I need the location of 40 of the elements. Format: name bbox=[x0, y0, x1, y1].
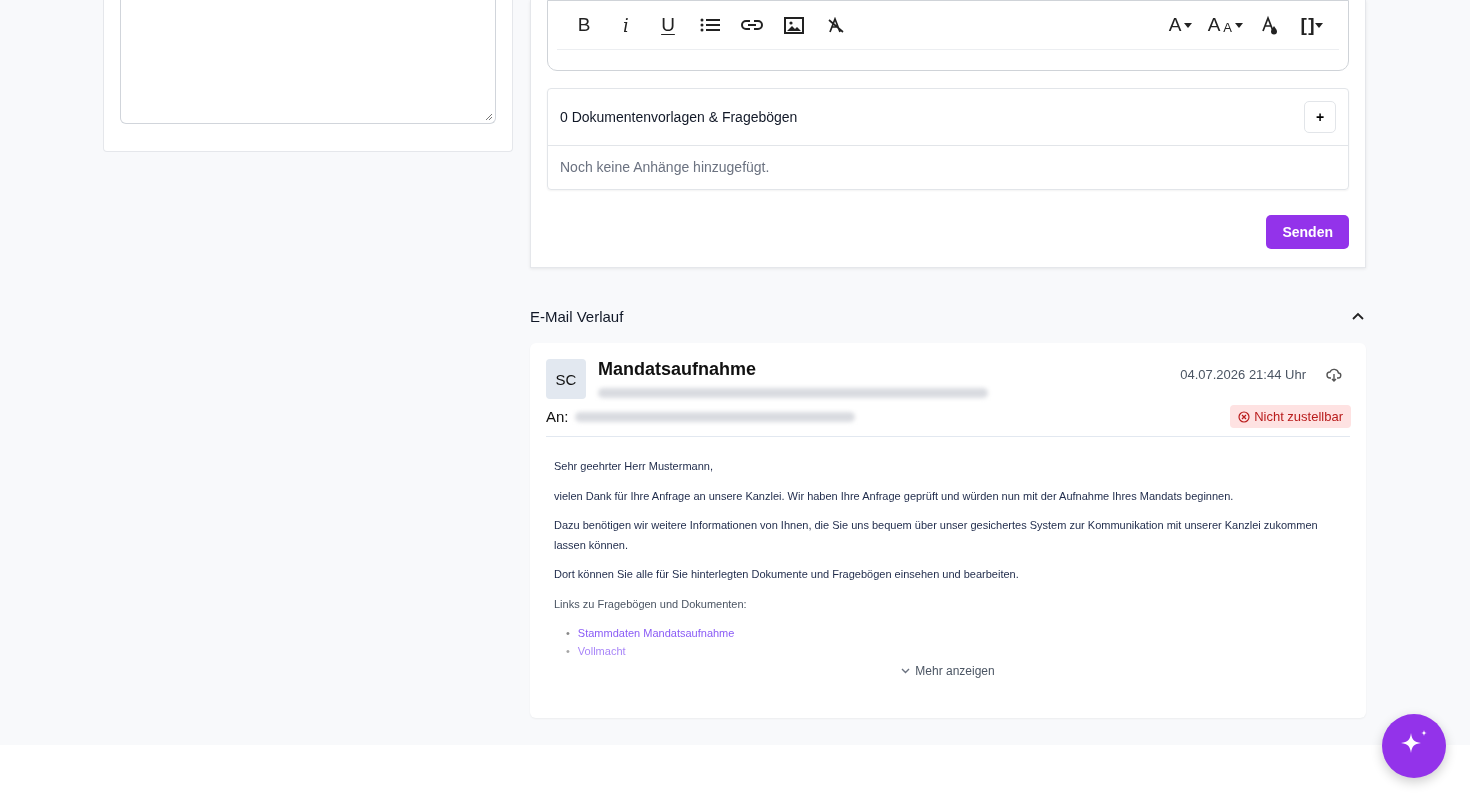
empty-message: Noch keine Anhänge hinzugefügt. bbox=[559, 158, 771, 177]
text-color-icon bbox=[1261, 15, 1279, 35]
status-text: Nicht zustellbar bbox=[1254, 409, 1343, 424]
link-icon bbox=[741, 19, 763, 31]
recipient-label: An: bbox=[546, 408, 569, 425]
caret-icon bbox=[1235, 22, 1243, 28]
attachments-title: 0 Dokumentenvorlagen & Fragebögen bbox=[560, 109, 798, 125]
section-title: E-Mail Verlauf bbox=[530, 307, 624, 325]
avatar: SC bbox=[546, 359, 586, 399]
email-paragraph: Sehr geehrter Herr Mustermann, bbox=[554, 459, 714, 474]
font-dropdown[interactable]: A bbox=[1165, 11, 1196, 39]
email-date: 04.07.2026 21:44 Uhr bbox=[1180, 367, 1306, 382]
bullet: • bbox=[566, 626, 570, 641]
email-paragraph: vielen Dank für Ihre Anfrage an unsere Kanzlei. Wir haben Ihre Anfrage geprüft und würden nun mit der Aufnahme Ihres Mandats beginnen. bbox=[554, 488, 1235, 504]
caret-icon bbox=[1315, 22, 1324, 28]
font-size-dropdown[interactable]: AA bbox=[1207, 11, 1243, 39]
email-subject: Mandatsaufnahme bbox=[598, 359, 758, 380]
resize-handle-icon[interactable] bbox=[485, 113, 493, 121]
editor-box[interactable]: B i U A AA [ ] bbox=[547, 0, 1349, 71]
bold-button[interactable]: B bbox=[569, 11, 599, 39]
caret-icon bbox=[1184, 22, 1193, 28]
underline-button[interactable]: U bbox=[653, 11, 683, 39]
bracket-dropdown[interactable]: [ ] bbox=[1297, 11, 1327, 39]
show-more-button[interactable]: Mehr anzeigen bbox=[895, 663, 1001, 679]
chevron-icon bbox=[901, 668, 911, 674]
document-link[interactable]: Stammdaten Mandatsaufnahme bbox=[577, 624, 735, 642]
email-paragraph: Links zu Fragebögen und Dokumenten: bbox=[554, 596, 748, 612]
chevron-icon[interactable] bbox=[1352, 312, 1364, 320]
error-icon bbox=[1238, 410, 1251, 423]
assistant-button[interactable] bbox=[1382, 714, 1446, 778]
list-icon bbox=[700, 17, 720, 33]
image-icon bbox=[784, 16, 804, 34]
bullet: • bbox=[566, 644, 570, 659]
email-paragraph: Dazu benötigen wir weitere Informationen von Ihnen, die Sie uns bequem über unser gesichertes System zur Kommunikation mit unserer Kanzlei zukommen lassen können. bbox=[554, 518, 1319, 553]
add-button[interactable]: + bbox=[1304, 101, 1336, 133]
send-button[interactable]: Senden bbox=[1266, 215, 1349, 249]
email-paragraph: Dort können Sie alle für Sie hinterlegten Dokumente und Fragebögen einsehen und bearbeiten. bbox=[554, 567, 1020, 582]
cloud-download-icon[interactable] bbox=[1326, 368, 1342, 382]
italic-button[interactable]: i bbox=[611, 11, 641, 39]
clear-format-icon bbox=[828, 17, 844, 33]
